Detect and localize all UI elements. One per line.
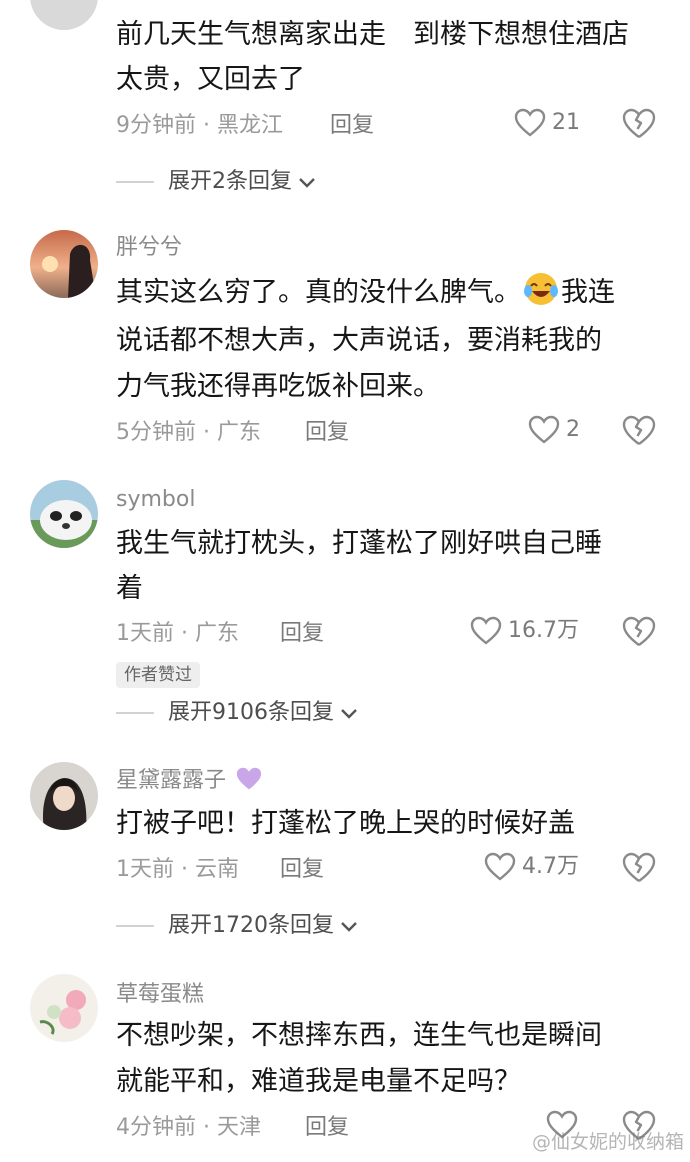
username[interactable]: symbol: [116, 486, 195, 514]
like-count: 16.7万: [508, 618, 579, 643]
comment-text: 就能平和，难道我是电量不足吗？: [116, 1066, 521, 1097]
username[interactable]: 胖兮兮: [116, 234, 182, 262]
reply-button[interactable]: 回复: [280, 619, 324, 649]
heart-icon: [484, 852, 516, 881]
reply-button[interactable]: 回复: [305, 418, 349, 448]
comment-text: 我生气就打枕头，打蓬松了刚好哄自己睡: [116, 528, 602, 559]
heart-icon: [528, 415, 560, 444]
like-button[interactable]: 21: [514, 108, 580, 138]
watermark: @仙女妮的收纳箱: [531, 1131, 684, 1153]
heart-icon: [514, 108, 546, 137]
avatar[interactable]: [30, 0, 98, 34]
comment-text: 前几天生气想离家出走 到楼下想想住酒店: [116, 19, 629, 50]
like-count: 4.7万: [522, 854, 579, 879]
comment-time-location: 1天前 · 广东: [116, 621, 239, 646]
broken-heart-icon[interactable]: [622, 414, 656, 448]
expand-replies-label: 展开2条回复: [168, 169, 292, 194]
divider: [116, 712, 154, 714]
comment-text: 着: [116, 573, 143, 604]
expand-replies-label: 展开1720条回复: [168, 913, 334, 938]
author-liked-badge: 作者赞过: [116, 662, 200, 688]
username[interactable]: 星黛露露子: [116, 766, 263, 795]
divider: [116, 181, 154, 183]
comment-text: 其实这么穷了。真的没什么脾气。 我连: [116, 270, 615, 316]
comment-text: 太贵，又回去了: [116, 64, 305, 95]
purple-heart-icon: [236, 767, 262, 790]
comment-text: 力气我还得再吃饭补回来。: [116, 371, 440, 402]
broken-heart-icon[interactable]: [622, 851, 656, 885]
broken-heart-icon[interactable]: [622, 107, 656, 141]
reply-button[interactable]: 回复: [305, 1113, 349, 1143]
comment-time-location: 1天前 · 云南: [116, 857, 239, 882]
username[interactable]: 草莓蛋糕: [116, 981, 204, 1009]
reply-button[interactable]: 回复: [330, 111, 374, 141]
expand-replies-label: 展开9106条回复: [168, 700, 334, 725]
heart-icon: [470, 616, 502, 645]
comment-time-location: 4分钟前 · 天津: [116, 1115, 261, 1140]
comment-text: 不想吵架，不想摔东西，连生气也是瞬间: [116, 1020, 602, 1051]
avatar[interactable]: [30, 230, 98, 298]
like-button[interactable]: 2: [528, 415, 580, 445]
comment-text: 说话都不想大声，大声说话，要消耗我的: [116, 325, 602, 356]
avatar[interactable]: [30, 480, 98, 548]
comment-text-part: 我连: [561, 277, 615, 308]
chevron-down-icon: [341, 709, 357, 719]
expand-replies[interactable]: 展开9106条回复: [116, 698, 360, 728]
like-count: 21: [552, 110, 580, 135]
avatar[interactable]: [30, 762, 98, 830]
like-button[interactable]: 16.7万: [470, 616, 579, 646]
broken-heart-icon[interactable]: [622, 615, 656, 649]
comment-text-part: 其实这么穷了。真的没什么脾气。: [116, 277, 521, 308]
like-count: 2: [566, 417, 580, 442]
comment-time-location: 9分钟前 · 黑龙江: [116, 113, 283, 138]
chevron-down-icon: [341, 922, 357, 932]
reply-button[interactable]: 回复: [280, 855, 324, 885]
divider: [116, 925, 154, 927]
expand-replies[interactable]: 展开1720条回复: [116, 911, 360, 941]
avatar[interactable]: [30, 974, 98, 1042]
like-button[interactable]: 4.7万: [484, 852, 579, 882]
username-text: 星黛露露子: [116, 768, 227, 793]
comment-text: 打被子吧！打蓬松了晚上哭的时候好盖: [116, 808, 575, 839]
comment-time-location: 5分钟前 · 广东: [116, 420, 261, 445]
chevron-down-icon: [299, 178, 315, 188]
laughing-tears-emoji-icon: [524, 273, 558, 305]
expand-replies[interactable]: 展开2条回复: [116, 167, 318, 197]
